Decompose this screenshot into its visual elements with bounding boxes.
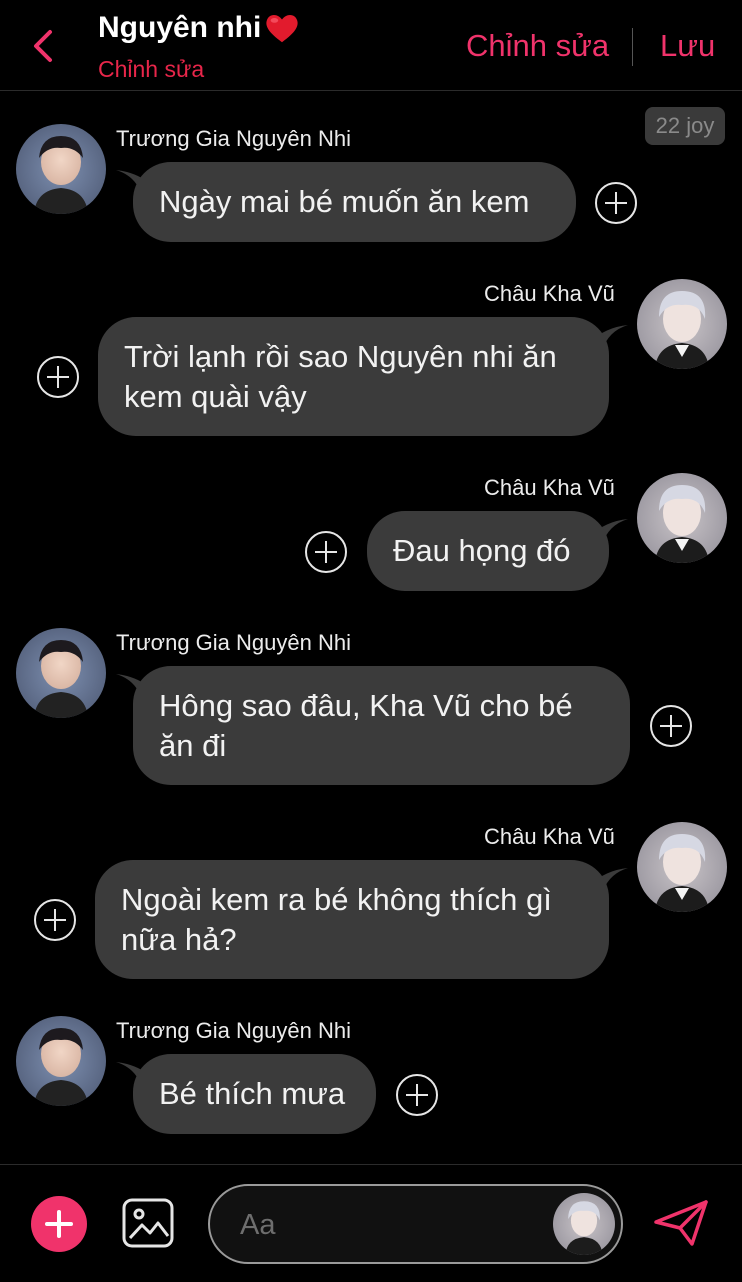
back-chevron-icon[interactable] xyxy=(26,26,62,66)
message-bubble[interactable]: Đau họng đó xyxy=(367,511,609,591)
add-reaction-icon[interactable] xyxy=(595,182,637,224)
message-text-line: ăn đi xyxy=(159,727,227,763)
sender-switch-avatar[interactable] xyxy=(553,1193,615,1255)
sender-name: Trương Gia Nguyên Nhi xyxy=(116,630,351,655)
send-icon[interactable] xyxy=(652,1198,710,1248)
heart-icon xyxy=(266,14,298,43)
add-reaction-icon[interactable] xyxy=(37,356,79,398)
sender-name: Châu Kha Vũ xyxy=(484,824,615,849)
sender-name: Trương Gia Nguyên Nhi xyxy=(116,126,351,151)
add-reaction-icon[interactable] xyxy=(650,705,692,747)
message-text: Bé thích mưa xyxy=(159,1076,346,1111)
message-text-line: Ngoài kem ra bé không thích gì xyxy=(121,881,552,917)
avatar-sender-left[interactable] xyxy=(16,628,106,718)
avatar-sender-left[interactable] xyxy=(16,1016,106,1106)
message-text: Ngày mai bé muốn ăn kem xyxy=(159,184,530,219)
chat-header: Nguyên nhi Chỉnh sửa Chỉnh sửa Lưu xyxy=(0,0,742,91)
sender-name: Trương Gia Nguyên Nhi xyxy=(116,1018,351,1043)
chat-title: Nguyên nhi xyxy=(98,10,301,46)
message-text-line: Trời lạnh rồi sao Nguyên nhi ăn xyxy=(124,338,557,374)
avatar-sender-right[interactable] xyxy=(637,473,727,563)
sender-name: Châu Kha Vũ xyxy=(484,475,615,500)
plus-icon[interactable] xyxy=(31,1196,87,1252)
message-text-line: nữa hả? xyxy=(121,921,237,957)
save-button[interactable]: Lưu xyxy=(660,28,715,64)
message-bubble[interactable]: Ngoài kem ra bé không thích gì nữa hả? xyxy=(95,860,609,979)
chat-subtitle[interactable]: Chỉnh sửa xyxy=(98,56,204,83)
avatar-sender-right[interactable] xyxy=(637,822,727,912)
avatar-sender-right[interactable] xyxy=(637,279,727,369)
sender-name: Châu Kha Vũ xyxy=(484,281,615,306)
image-icon[interactable] xyxy=(122,1198,174,1248)
timestamp-badge: 22 joy xyxy=(645,107,725,145)
message-text-line: kem quài vậy xyxy=(124,378,307,414)
message-input[interactable] xyxy=(238,1202,542,1248)
message-input-box[interactable] xyxy=(208,1184,623,1264)
add-reaction-icon[interactable] xyxy=(396,1074,438,1116)
header-divider xyxy=(632,28,633,66)
chat-title-text: Nguyên nhi xyxy=(98,11,262,44)
message-text-line: Hông sao đâu, Kha Vũ cho bé xyxy=(159,687,573,723)
add-reaction-icon[interactable] xyxy=(305,531,347,573)
add-reaction-icon[interactable] xyxy=(34,899,76,941)
message-bubble[interactable]: Hông sao đâu, Kha Vũ cho bé ăn đi xyxy=(133,666,630,785)
message-bubble[interactable]: Trời lạnh rồi sao Nguyên nhi ăn kem quài… xyxy=(98,317,609,436)
message-bubble[interactable]: Ngày mai bé muốn ăn kem xyxy=(133,162,576,242)
avatar-sender-left[interactable] xyxy=(16,124,106,214)
edit-button[interactable]: Chỉnh sửa xyxy=(466,28,609,64)
message-text: Đau họng đó xyxy=(393,533,571,568)
message-bubble[interactable]: Bé thích mưa xyxy=(133,1054,376,1134)
